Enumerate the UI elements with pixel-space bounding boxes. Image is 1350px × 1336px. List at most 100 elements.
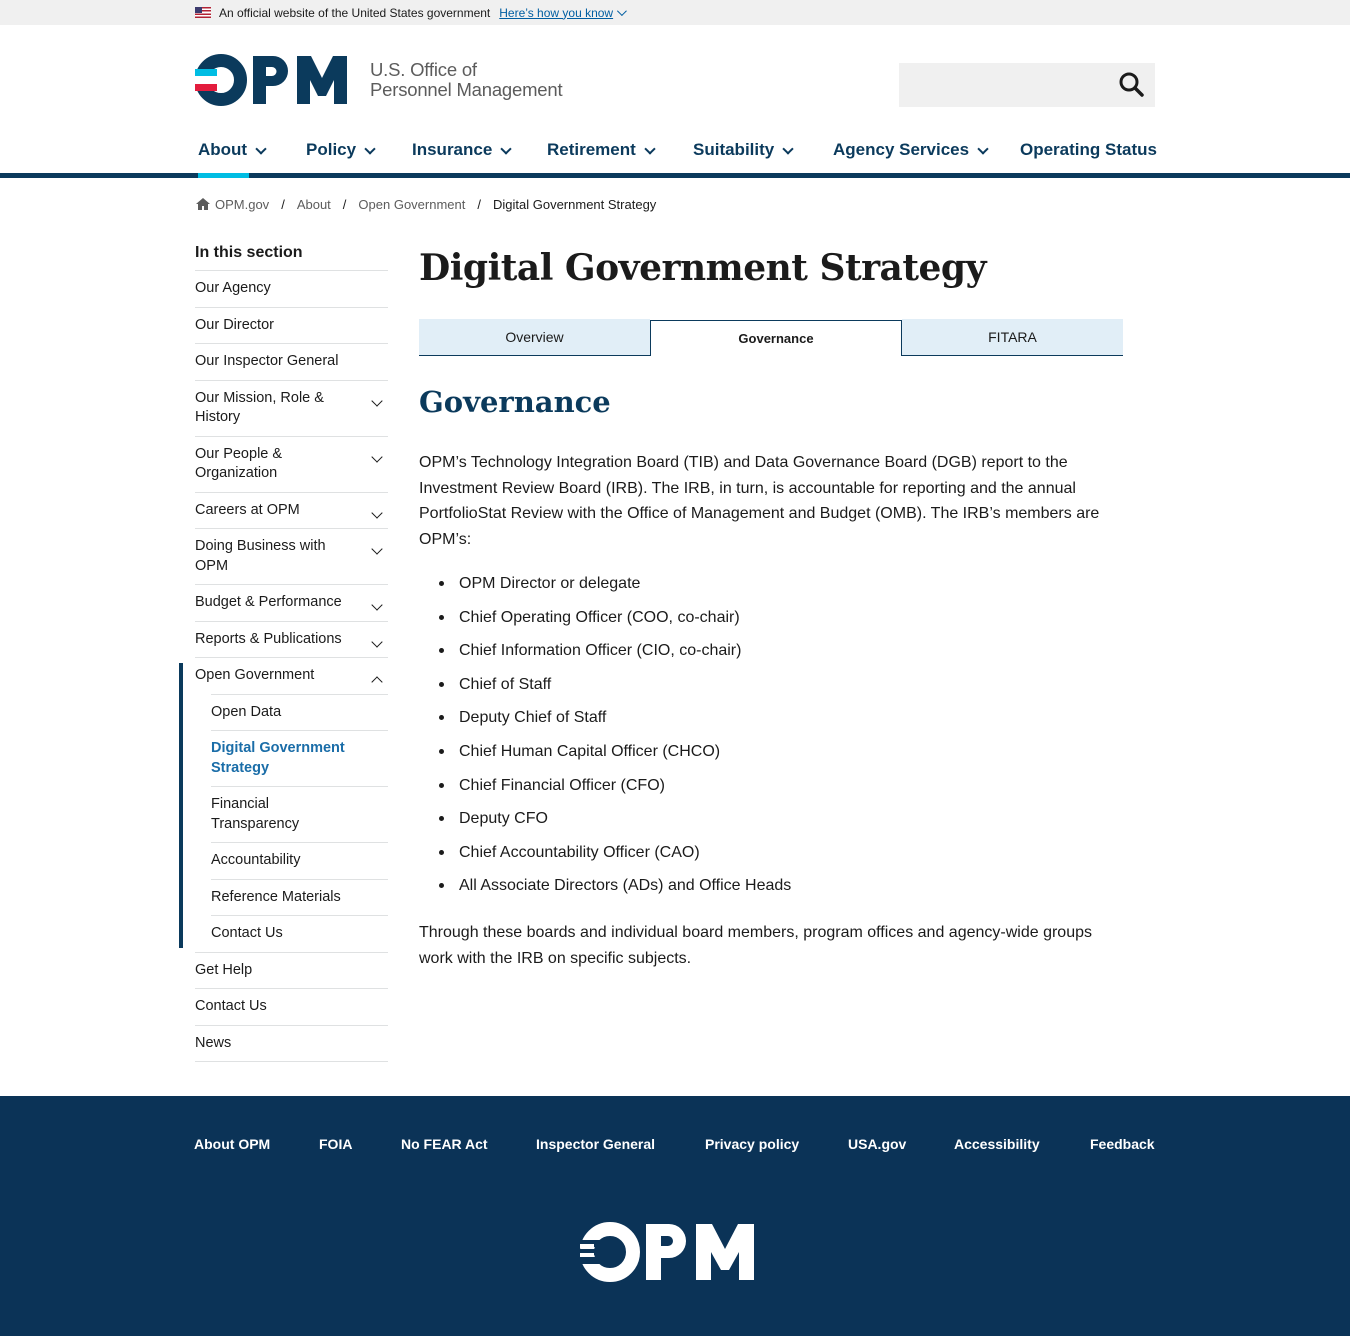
sidebar-subitem-contact-us[interactable]: Contact Us bbox=[211, 915, 388, 952]
nav-policy[interactable]: Policy bbox=[306, 140, 376, 174]
search-icon bbox=[1119, 72, 1144, 97]
tab-overview[interactable]: Overview bbox=[419, 319, 650, 356]
sidebar-subitem-digital-government-strategy[interactable]: Digital Government Strategy bbox=[211, 730, 388, 786]
sidebar-subitem-open-data[interactable]: Open Data bbox=[211, 693, 388, 731]
sidebar-item-label: Open Government bbox=[195, 667, 315, 683]
breadcrumb-about[interactable]: About bbox=[297, 197, 331, 212]
sidebar-title: In this section bbox=[195, 244, 303, 261]
sidebar-item-label: Our Agency bbox=[195, 280, 271, 296]
footer-link-accessibility[interactable]: Accessibility bbox=[954, 1136, 1040, 1152]
sidebar-item-label: Contact Us bbox=[195, 998, 267, 1014]
tab-fitara[interactable]: FITARA bbox=[902, 319, 1123, 356]
chevron-down-icon[interactable] bbox=[371, 635, 383, 648]
sidebar-item-label: Financial Transparency bbox=[211, 796, 300, 832]
content-tabs: Overview Governance FITARA bbox=[419, 319, 1123, 356]
chevron-down-icon[interactable] bbox=[371, 394, 383, 407]
chevron-up-icon[interactable] bbox=[371, 676, 383, 688]
sidebar-item-budget-performance[interactable]: Budget & Performance bbox=[195, 584, 388, 621]
list-item: Deputy Chief of Staff bbox=[437, 705, 1117, 739]
sidebar-item-label: Our Director bbox=[195, 316, 274, 333]
sidebar-item-label: Our People & Organization bbox=[195, 445, 283, 482]
opm-logo[interactable]: U.S. Office of Personnel Management bbox=[195, 54, 565, 106]
sidebar-item-label: News bbox=[195, 1034, 232, 1051]
search-form bbox=[899, 63, 1155, 107]
sidebar-item-mission-role-history[interactable]: Our Mission, Role & History bbox=[195, 379, 388, 436]
sidebar-item-label: Get Help bbox=[195, 961, 253, 978]
footer-link-foia[interactable]: FOIA bbox=[319, 1136, 352, 1152]
heres-how-you-know-link[interactable]: Here’s how you know bbox=[499, 6, 627, 20]
breadcrumb-open-government[interactable]: Open Government bbox=[358, 197, 465, 212]
list-item: Chief Accountability Officer (CAO) bbox=[437, 840, 1117, 874]
footer-link-feedback[interactable]: Feedback bbox=[1090, 1136, 1155, 1152]
sidebar-item-label: Digital Government Strategy bbox=[211, 740, 345, 776]
nav-operating-status[interactable]: Operating Status bbox=[1020, 140, 1157, 174]
logo-text-line1: U.S. Office of bbox=[370, 59, 477, 80]
irb-member-list: OPM Director or delegate Chief Operating… bbox=[437, 571, 1117, 907]
footer-link-about-opm[interactable]: About OPM bbox=[194, 1136, 270, 1152]
list-item: OPM Director or delegate bbox=[437, 571, 1117, 605]
sidebar-subitem-financial-transparency[interactable]: Financial Transparency bbox=[211, 786, 388, 842]
sidebar-item-careers[interactable]: Careers at OPM bbox=[195, 491, 388, 529]
sidebar-subnav: Open Data Digital Government Strategy Fi… bbox=[195, 693, 388, 952]
footer-link-privacy-policy[interactable]: Privacy policy bbox=[705, 1136, 799, 1152]
nav-policy-label: Policy bbox=[306, 140, 357, 159]
sidebar-item-our-director[interactable]: Our Director bbox=[195, 306, 388, 344]
logo-text-line2: Personnel Management bbox=[370, 79, 563, 100]
sidebar-item-label: Contact Us bbox=[211, 925, 283, 941]
list-item: Chief Human Capital Officer (CHCO) bbox=[437, 739, 1117, 773]
sidebar-item-open-government[interactable]: Open Government bbox=[195, 657, 388, 694]
sidebar-item-label: Accountability bbox=[211, 852, 301, 868]
footer-link-no-fear-act[interactable]: No FEAR Act bbox=[401, 1136, 488, 1152]
breadcrumb-separator: / bbox=[342, 196, 347, 212]
nav-retirement[interactable]: Retirement bbox=[547, 140, 656, 174]
breadcrumb-home[interactable]: OPM.gov bbox=[215, 197, 269, 212]
sidebar-nav: Our Agency Our Director Our Inspector Ge… bbox=[195, 270, 388, 1062]
opm-logo-mark bbox=[195, 54, 347, 106]
nav-retirement-label: Retirement bbox=[547, 140, 636, 159]
chevron-down-icon[interactable] bbox=[371, 599, 383, 611]
home-icon bbox=[196, 198, 210, 210]
chevron-down-icon bbox=[782, 143, 794, 155]
list-item: Chief Information Officer (CIO, co-chair… bbox=[437, 638, 1117, 672]
chevron-down-icon[interactable] bbox=[371, 506, 383, 519]
chevron-down-icon bbox=[644, 143, 656, 155]
sidebar-item-reports-publications[interactable]: Reports & Publications bbox=[195, 620, 388, 658]
search-input[interactable] bbox=[899, 63, 1109, 107]
chevron-down-icon[interactable] bbox=[371, 450, 383, 463]
list-item: All Associate Directors (ADs) and Office… bbox=[437, 873, 1117, 907]
search-button[interactable] bbox=[1117, 71, 1147, 99]
chevron-down-icon[interactable] bbox=[371, 543, 383, 555]
gov-banner-text: An official website of the United States… bbox=[219, 5, 491, 20]
nav-suitability[interactable]: Suitability bbox=[693, 140, 794, 174]
gov-banner: An official website of the United States… bbox=[0, 0, 1350, 25]
footer-link-inspector-general[interactable]: Inspector General bbox=[536, 1136, 655, 1152]
sidebar-item-doing-business[interactable]: Doing Business with OPM bbox=[195, 528, 388, 584]
sidebar-item-news[interactable]: News bbox=[195, 1024, 388, 1062]
sidebar-item-inspector-general[interactable]: Our Inspector General bbox=[195, 343, 388, 380]
closing-paragraph: Through these boards and individual boar… bbox=[419, 924, 1092, 967]
sidebar-item-label: Careers at OPM bbox=[195, 501, 300, 518]
sidebar-item-get-help[interactable]: Get Help bbox=[195, 951, 388, 989]
sidebar-item-people-organization[interactable]: Our People & Organization bbox=[195, 435, 388, 492]
tab-governance[interactable]: Governance bbox=[650, 320, 902, 356]
sidebar-subitem-accountability[interactable]: Accountability bbox=[211, 842, 388, 879]
chevron-down-icon bbox=[364, 143, 376, 155]
list-item: Chief Operating Officer (COO, co-chair) bbox=[437, 605, 1117, 639]
nav-agency-services[interactable]: Agency Services bbox=[833, 140, 989, 174]
list-item: Deputy CFO bbox=[437, 806, 1117, 840]
chevron-down-icon bbox=[617, 6, 627, 17]
us-flag-icon bbox=[195, 7, 211, 18]
nav-active-indicator bbox=[198, 173, 249, 178]
breadcrumb-current: Digital Government Strategy bbox=[493, 196, 657, 212]
sidebar-item-label: Doing Business with OPM bbox=[195, 538, 326, 574]
sidebar-item-contact-us[interactable]: Contact Us bbox=[195, 988, 388, 1025]
sidebar-end-divider bbox=[195, 1061, 388, 1062]
footer-opm-logo bbox=[580, 1222, 754, 1282]
footer-link-usa-gov[interactable]: USA.gov bbox=[848, 1136, 906, 1152]
breadcrumb-separator: / bbox=[281, 196, 285, 212]
nav-about[interactable]: About bbox=[198, 140, 267, 174]
list-item: Chief Financial Officer (CFO) bbox=[437, 773, 1117, 807]
sidebar-subitem-reference-materials[interactable]: Reference Materials bbox=[211, 878, 388, 916]
nav-insurance[interactable]: Insurance bbox=[412, 140, 512, 174]
sidebar-item-our-agency[interactable]: Our Agency bbox=[195, 270, 388, 307]
